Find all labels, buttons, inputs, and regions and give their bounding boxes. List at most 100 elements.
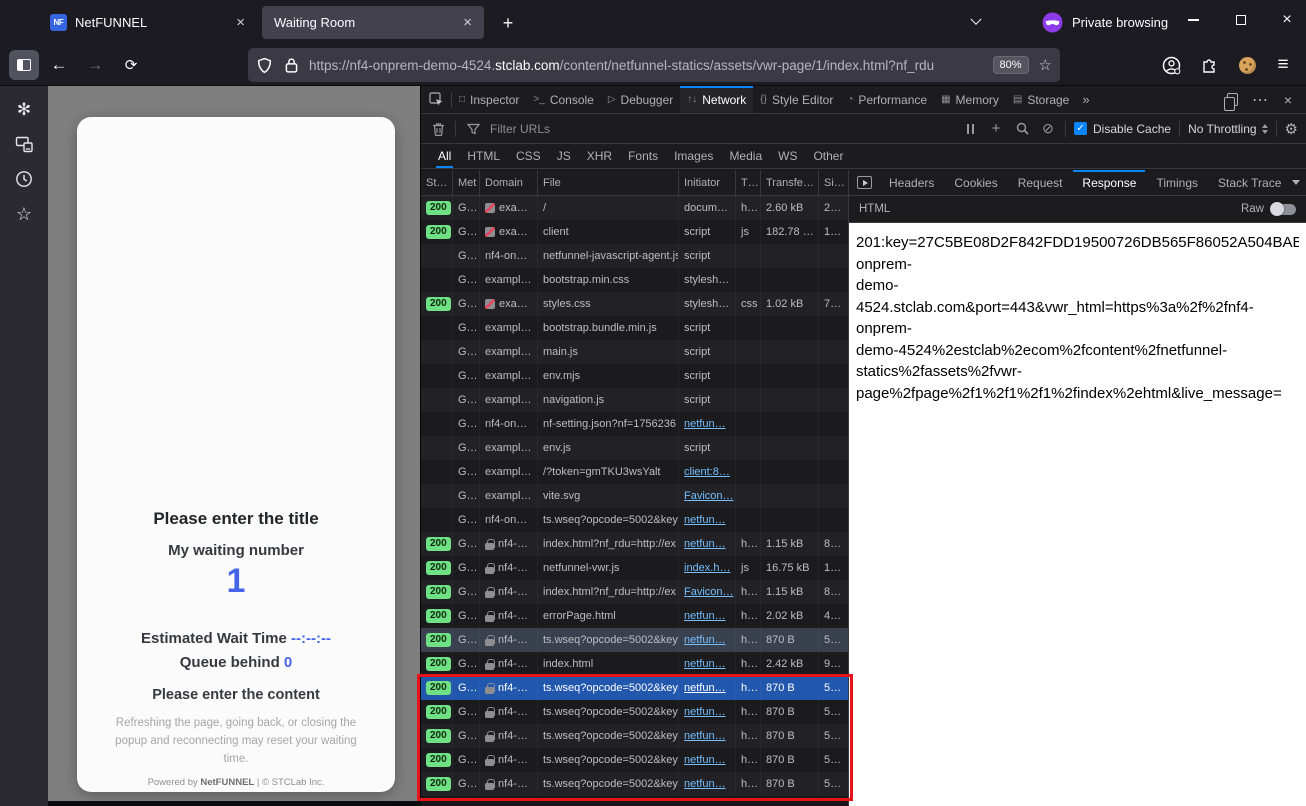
throttling-select[interactable]: No Throttling — [1188, 122, 1267, 136]
reload-button[interactable]: ⟳ — [115, 50, 147, 80]
zoom-level-badge[interactable]: 80% — [993, 56, 1029, 74]
network-request-row[interactable]: G…exampl…/?token=gmTKU3wsYaltclient:8… — [421, 460, 848, 484]
initiator-link[interactable]: netfun… — [684, 514, 726, 526]
network-request-row[interactable]: G…exampl…env.jsscript — [421, 436, 848, 460]
devtools-menu-button[interactable]: ⋯ — [1248, 88, 1272, 112]
details-dropdown-icon[interactable] — [1292, 180, 1300, 185]
details-tab-request[interactable]: Request — [1009, 170, 1072, 195]
details-tab-stack-trace[interactable]: Stack Trace — [1209, 170, 1290, 195]
details-tab-timings[interactable]: Timings — [1147, 170, 1207, 195]
initiator-link[interactable]: Favicon… — [684, 490, 734, 502]
initiator-link[interactable]: netfun… — [684, 754, 726, 766]
tab-waiting-room[interactable]: Waiting Room × — [262, 6, 484, 39]
network-request-row[interactable]: 200G…nf4-…ts.wseq?opcode=5002&key=netfun… — [421, 748, 848, 772]
initiator-link[interactable]: index.h… — [684, 562, 730, 574]
lock-icon[interactable] — [284, 57, 299, 74]
pick-element-button[interactable] — [421, 86, 451, 113]
network-request-row[interactable]: 200G…nf4-…ts.wseq?opcode=5002&key=netfun… — [421, 700, 848, 724]
network-request-row[interactable]: G…exampl…bootstrap.bundle.min.jsscript — [421, 316, 848, 340]
devtools-tab-performance[interactable]: ◔Performance — [840, 86, 934, 113]
url-bar[interactable]: https://nf4-onprem-demo-4524.stclab.com/… — [248, 48, 1060, 82]
raw-toggle-control[interactable]: Raw — [1241, 203, 1296, 215]
column-header-domain[interactable]: Domain — [480, 170, 538, 195]
network-request-row[interactable]: 200G…nf4-…ts.wseq?opcode=5002&key=netfun… — [421, 676, 848, 700]
initiator-link[interactable]: netfun… — [684, 682, 726, 694]
sidebar-toggle-button[interactable] — [9, 50, 39, 80]
filter-chip-ws[interactable]: WS — [771, 144, 804, 168]
initiator-link[interactable]: netfun… — [684, 658, 726, 670]
devtools-close-button[interactable]: × — [1276, 88, 1300, 112]
network-request-row[interactable]: 200G…nf4-…ts.wseq?opcode=5002&key=netfun… — [421, 724, 848, 748]
filter-chip-xhr[interactable]: XHR — [580, 144, 619, 168]
history-button[interactable] — [0, 165, 48, 193]
clear-requests-button[interactable] — [429, 122, 447, 136]
network-settings-button[interactable]: ⚙ — [1285, 120, 1298, 138]
filter-chip-other[interactable]: Other — [806, 144, 850, 168]
network-request-row[interactable]: 200G…exa…styles.cssstylesh…css1.02 kB7… — [421, 292, 848, 316]
extensions-button[interactable] — [1194, 50, 1224, 80]
more-tabs-icon[interactable]: » — [1076, 92, 1095, 107]
cookie-extension-button[interactable] — [1232, 50, 1262, 80]
synced-tabs-button[interactable] — [0, 130, 48, 158]
app-menu-button[interactable]: ≡ — [1268, 50, 1298, 80]
tab-close-icon[interactable]: × — [461, 14, 474, 31]
filter-chip-html[interactable]: HTML — [460, 144, 507, 168]
network-request-row[interactable]: G…nf4-on…nf-setting.json?nf=1756236netfu… — [421, 412, 848, 436]
column-header-transferred[interactable]: Transfe… — [761, 170, 819, 195]
disable-cache-control[interactable]: ✓ Disable Cache — [1074, 122, 1171, 136]
network-request-row[interactable]: 200G…nf4-…index.html?nf_rdu=http://exnet… — [421, 532, 848, 556]
filter-chip-fonts[interactable]: Fonts — [621, 144, 665, 168]
initiator-link[interactable]: Favicon… — [684, 586, 734, 598]
devtools-tab-network[interactable]: ↑↓Network — [680, 86, 753, 113]
network-request-row[interactable]: 200G…nf4-…netfunnel-vwr.jsindex.h…js16.7… — [421, 556, 848, 580]
column-header-size[interactable]: Si… — [819, 170, 849, 195]
network-request-row[interactable]: 200G…exa…/docum…h…2.60 kB2… — [421, 196, 848, 220]
filter-chip-css[interactable]: CSS — [509, 144, 548, 168]
details-tab-response[interactable]: Response — [1073, 170, 1145, 195]
network-request-row[interactable]: G…exampl…vite.svgFavicon… — [421, 484, 848, 508]
details-tab-headers[interactable]: Headers — [880, 170, 943, 195]
network-request-row[interactable]: 200G…nf4-…ts.wseq?opcode=5002&key=netfun… — [421, 772, 848, 796]
column-header-type[interactable]: T… — [736, 170, 761, 195]
devtools-tab-storage[interactable]: ▤Storage — [1006, 86, 1076, 113]
column-header-initiator[interactable]: Initiator — [679, 170, 736, 195]
network-request-row[interactable]: G…nf4-on…netfunnel-javascript-agent.jssc… — [421, 244, 848, 268]
checkbox-checked-icon[interactable]: ✓ — [1074, 122, 1087, 135]
column-header-status[interactable]: St… — [421, 170, 453, 195]
account-button[interactable] — [1156, 50, 1186, 80]
initiator-link[interactable]: netfun… — [684, 538, 726, 550]
search-button[interactable] — [1013, 122, 1031, 135]
devtools-tab-memory[interactable]: ▦Memory — [934, 86, 1006, 113]
devtools-tab-inspector[interactable]: □Inspector — [452, 86, 526, 113]
list-all-tabs-button[interactable] — [968, 15, 984, 29]
forward-button[interactable]: → — [79, 50, 111, 80]
network-request-row[interactable]: 200G…exa…clientscriptjs182.78 …1… — [421, 220, 848, 244]
network-request-row[interactable]: G…exampl…bootstrap.min.cssstylesh… — [421, 268, 848, 292]
block-requests-button[interactable]: ⊘ — [1039, 120, 1057, 137]
network-request-row[interactable]: G…exampl…env.mjsscript — [421, 364, 848, 388]
initiator-link[interactable]: netfun… — [684, 634, 726, 646]
filter-chip-all[interactable]: All — [431, 144, 458, 168]
back-button[interactable]: ← — [43, 50, 75, 80]
initiator-link[interactable]: netfun… — [684, 706, 726, 718]
filter-urls-input[interactable]: Filter URLs — [490, 122, 953, 136]
filter-chip-js[interactable]: JS — [550, 144, 578, 168]
network-request-row[interactable]: 200G…nf4-…errorPage.htmlnetfun…h…2.02 kB… — [421, 604, 848, 628]
initiator-link[interactable]: netfun… — [684, 730, 726, 742]
network-request-row[interactable]: G…exampl…navigation.jsscript — [421, 388, 848, 412]
initiator-link[interactable]: client:8… — [684, 466, 730, 478]
details-tab-cookies[interactable]: Cookies — [945, 170, 1006, 195]
network-request-row[interactable]: G…nf4-on…ts.wseq?opcode=5002&key=netfun… — [421, 508, 848, 532]
pause-log-button[interactable] — [961, 124, 979, 134]
responsive-mode-button[interactable] — [1220, 88, 1244, 112]
initiator-link[interactable]: netfun… — [684, 778, 726, 790]
shield-icon[interactable] — [256, 57, 273, 74]
devtools-tab-console[interactable]: >_Console — [526, 86, 600, 113]
bookmarks-button[interactable]: ☆ — [0, 200, 48, 228]
raw-toggle-switch[interactable] — [1271, 204, 1296, 215]
new-request-button[interactable]: + — [987, 120, 1005, 137]
network-request-row[interactable]: G…exampl…main.jsscript — [421, 340, 848, 364]
ai-chatbot-button[interactable]: ✻ — [0, 96, 48, 124]
tab-close-icon[interactable]: × — [234, 14, 247, 31]
minimize-button[interactable] — [1178, 0, 1208, 40]
